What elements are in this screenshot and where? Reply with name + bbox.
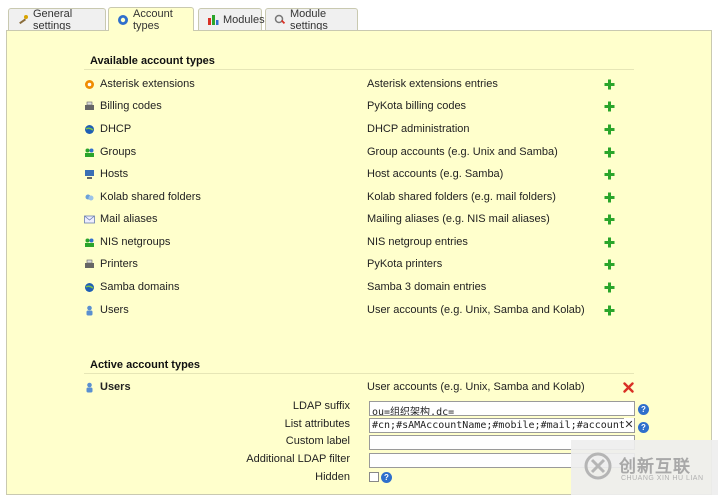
divider	[84, 373, 634, 374]
ldap-suffix-input[interactable]: ou=组织架构,dc=	[369, 401, 635, 416]
account-type-description: Asterisk extensions entries	[367, 78, 498, 90]
watermark: 创新互联 CHUANG XIN HU LIAN	[571, 440, 718, 495]
account-type-name: DHCP	[100, 123, 132, 135]
account-type-name: Hosts	[100, 168, 129, 180]
add-icon[interactable]	[604, 192, 615, 203]
list-attributes-label: List attributes	[284, 418, 350, 430]
account-type-name: Billing codes	[100, 100, 162, 112]
watermark-subtext: CHUANG XIN HU LIAN	[621, 475, 704, 482]
available-section-title: Available account types	[90, 55, 215, 67]
account-type-name: Groups	[100, 146, 137, 158]
tab-label: Modules	[223, 13, 265, 26]
account-type-description: Samba 3 domain entries	[367, 281, 487, 293]
account-type-description: DHCP administration	[367, 123, 470, 135]
account-type-description: Group accounts (e.g. Unix and Samba)	[367, 146, 558, 158]
active-section-title: Active account types	[90, 359, 201, 371]
tools-icon	[17, 14, 29, 26]
account-type-description: PyKota printers	[367, 258, 443, 270]
add-icon[interactable]	[604, 214, 615, 225]
folders-icon	[84, 192, 95, 203]
list-attributes-input[interactable]: #cn;#sAMAccountName;#mobile;#mail;#accou…	[369, 418, 635, 433]
printer-icon	[84, 259, 95, 270]
account-type-description: PyKota billing codes	[367, 100, 467, 112]
account-type-name: Kolab shared folders	[100, 191, 201, 203]
add-icon[interactable]	[604, 305, 615, 316]
hidden-checkbox[interactable]	[369, 472, 379, 482]
account-types-icon	[117, 14, 129, 26]
account-type-name: NIS netgroups	[100, 236, 171, 248]
asterisk-icon	[84, 79, 95, 90]
add-icon[interactable]	[604, 282, 615, 293]
user-icon	[84, 382, 95, 393]
help-icon[interactable]: ?	[638, 422, 649, 433]
account-type-name: Printers	[100, 258, 138, 270]
list-attributes-value: #cn;#sAMAccountName;#mobile;#mail;#accou…	[372, 420, 635, 431]
account-type-name: Asterisk extensions	[100, 78, 195, 90]
active-type-description: User accounts (e.g. Unix, Samba and Kola…	[367, 381, 585, 393]
custom-label-label: Custom label	[285, 435, 350, 447]
additional-ldap-filter-label: Additional LDAP filter	[246, 453, 350, 465]
add-icon[interactable]	[604, 79, 615, 90]
module-settings-icon	[274, 14, 286, 26]
account-type-description: NIS netgroup entries	[367, 236, 468, 248]
modules-icon	[207, 14, 219, 26]
account-type-description: Host accounts (e.g. Samba)	[367, 168, 504, 180]
account-type-description: User accounts (e.g. Unix, Samba and Kola…	[367, 304, 585, 316]
tab-modules[interactable]: Modules	[198, 8, 265, 30]
help-icon[interactable]: ?	[638, 404, 649, 415]
ldap-suffix-label: LDAP suffix	[292, 400, 350, 412]
tab-label: Module settings	[290, 7, 328, 32]
hidden-label: Hidden	[315, 471, 350, 483]
hosts-icon	[84, 169, 95, 180]
clear-icon[interactable]: ✕	[624, 418, 634, 431]
groups-icon	[84, 147, 95, 158]
dhcp-icon	[84, 124, 95, 135]
account-type-description: Mailing aliases (e.g. NIS mail aliases)	[367, 213, 550, 225]
add-icon[interactable]	[604, 237, 615, 248]
tab-account-types[interactable]: Account types	[108, 7, 194, 32]
account-type-name: Mail aliases	[100, 213, 158, 225]
active-type-name: Users	[100, 381, 131, 393]
add-icon[interactable]	[604, 169, 615, 180]
netgroups-icon	[84, 237, 95, 248]
user-icon	[84, 305, 95, 316]
account-type-name: Users	[100, 304, 129, 316]
tab-label: General settings	[33, 7, 73, 32]
billing-icon	[84, 101, 95, 112]
tab-bar: General settings Account types Modules M…	[0, 0, 718, 32]
tab-label: Account types	[133, 7, 173, 32]
watermark-text: 创新互联	[619, 457, 691, 477]
account-type-description: Kolab shared folders (e.g. mail folders)	[367, 191, 556, 203]
add-icon[interactable]	[604, 147, 615, 158]
add-icon[interactable]	[604, 124, 615, 135]
delete-icon[interactable]	[623, 382, 634, 393]
watermark-logo-icon	[583, 451, 613, 484]
mail-icon	[84, 214, 95, 225]
add-icon[interactable]	[604, 259, 615, 270]
divider	[84, 69, 634, 70]
add-icon[interactable]	[604, 101, 615, 112]
help-icon[interactable]: ?	[381, 472, 392, 483]
tab-module-settings[interactable]: Module settings	[265, 7, 358, 32]
account-type-name: Samba domains	[100, 281, 180, 293]
domain-icon	[84, 282, 95, 293]
tab-general-settings[interactable]: General settings	[8, 7, 106, 32]
